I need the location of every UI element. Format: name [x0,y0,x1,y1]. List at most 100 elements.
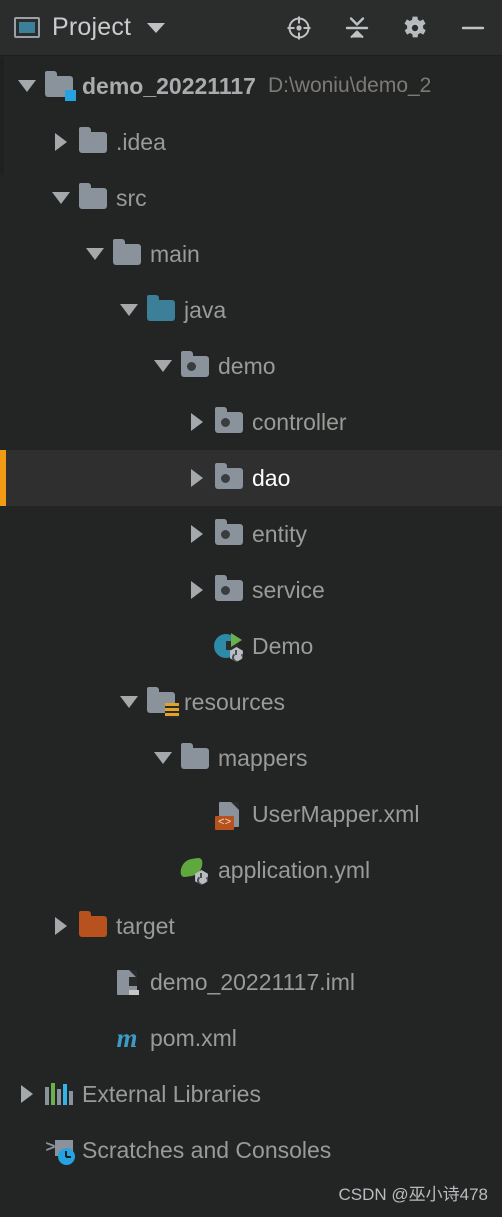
tree-node-icon [76,910,110,937]
tree-node-label: External Libraries [82,1080,261,1107]
tree-row[interactable]: controller [0,394,502,450]
tree-node-icon [144,294,178,321]
source-root-folder-icon [147,294,175,321]
tree-row[interactable]: resources [0,674,502,730]
tree-toggle-arrow [120,304,138,316]
tree-toggle-arrow [86,248,104,260]
folder-icon [113,238,141,265]
tree-row[interactable]: <> UserMapper.xml [0,786,502,842]
excluded-folder-icon [79,910,107,937]
tree-node-label: .idea [116,128,166,155]
package-folder-icon [215,574,243,601]
tree-node-label: pom.xml [150,1024,237,1051]
tree-toggle-arrow [191,413,203,431]
tree-toggle-arrow [55,133,67,151]
chevron-down-icon[interactable] [147,22,166,33]
package-folder-icon [215,462,243,489]
tree-node-icon [178,742,212,769]
xml-file-icon: <> [215,801,239,830]
tree-node-label: main [150,240,200,267]
maven-file-icon: m [116,1022,138,1053]
tree-row[interactable]: entity [0,506,502,562]
tree-node-icon [212,632,246,662]
tree-toggle-arrow [154,360,172,372]
tree-node-icon [212,574,246,601]
tree-node-icon: <> [212,801,246,830]
chevron-down-icon[interactable] [12,80,42,92]
tree-node-icon: m [110,1022,144,1053]
tree-node-label: entity [252,520,307,547]
chevron-down-icon[interactable] [148,752,178,764]
tree-row[interactable]: main [0,226,502,282]
hide-icon[interactable] [458,13,488,43]
tree-node-icon [42,70,76,101]
tree-toggle-arrow [191,525,203,543]
tree-node-label: controller [252,408,347,435]
chevron-right-icon[interactable] [182,581,212,599]
tree-node-label: mappers [218,744,308,771]
tree-node-icon [178,350,212,377]
chevron-down-icon[interactable] [148,360,178,372]
tree-row[interactable]: External Libraries [0,1066,502,1122]
tree-row[interactable]: .idea [0,114,502,170]
tree-node-label: application.yml [218,856,371,883]
chevron-right-icon[interactable] [182,525,212,543]
chevron-down-icon[interactable] [46,192,76,204]
chevron-right-icon[interactable] [182,469,212,487]
chevron-down-icon[interactable] [114,696,144,708]
tree-row[interactable]: demo_20221117 D:\woniu\demo_2 [0,58,502,114]
tree-row[interactable]: > Scratches and Consoles [0,1122,502,1178]
tree-node-label: resources [184,688,285,715]
tree-node-icon [110,969,144,995]
tree-node-label: java [184,296,227,323]
tree-node-label: Scratches and Consoles [82,1136,332,1163]
folder-icon [79,126,107,153]
tree-row[interactable]: demo [0,338,502,394]
chevron-down-icon[interactable] [80,248,110,260]
tree-node-icon [212,518,246,545]
tree-node-label: dao [252,464,291,491]
project-title-group[interactable]: Project [14,13,166,42]
tree-node-icon [212,406,246,433]
tree-node-icon [42,1083,76,1105]
page-title: Project [52,13,132,41]
tree-node-icon [212,462,246,489]
tree-node-path: D:\woniu\demo_2 [267,74,432,97]
tree-row[interactable]: mappers [0,730,502,786]
tree-row[interactable]: dao [0,450,502,506]
tree-node-label: src [116,184,147,211]
spring-yaml-file-icon [178,857,210,885]
tree-node-icon [76,182,110,209]
tree-row[interactable]: m pom.xml [0,1010,502,1066]
tree-row[interactable]: java [0,282,502,338]
tree-row[interactable]: application.yml [0,842,502,898]
project-tree[interactable]: demo_20221117 D:\woniu\demo_2 .idea src main… [0,56,502,1178]
tree-toggle-arrow [18,80,36,92]
tree-row[interactable]: Demo [0,618,502,674]
spring-boot-class-icon [214,632,244,662]
tree-node-label: UserMapper.xml [252,800,420,827]
tree-row[interactable]: target [0,898,502,954]
tree-row[interactable]: service [0,562,502,618]
tree-node-icon [178,857,212,885]
collapse-all-icon[interactable] [342,13,372,43]
watermark: CSDN @巫小诗478 [338,1185,488,1204]
gear-icon[interactable] [400,13,430,43]
package-folder-icon [215,406,243,433]
folder-icon [181,742,209,769]
tree-toggle-arrow [21,1085,33,1103]
select-opened-file-icon[interactable] [284,13,314,43]
tree-row[interactable]: demo_20221117.iml [0,954,502,1010]
tree-toggle-arrow [120,696,138,708]
tree-node-label: Demo [252,632,314,659]
chevron-right-icon[interactable] [182,413,212,431]
project-tool-window: Project demo_20221117 D:\woniu\demo_2 .i… [0,0,502,1217]
tree-node-label: target [116,912,175,939]
chevron-right-icon[interactable] [46,917,76,935]
chevron-right-icon[interactable] [12,1085,42,1103]
libraries-icon [45,1083,73,1105]
tree-row[interactable]: src [0,170,502,226]
tree-node-icon: > [42,1138,76,1165]
chevron-down-icon[interactable] [114,304,144,316]
chevron-right-icon[interactable] [46,133,76,151]
